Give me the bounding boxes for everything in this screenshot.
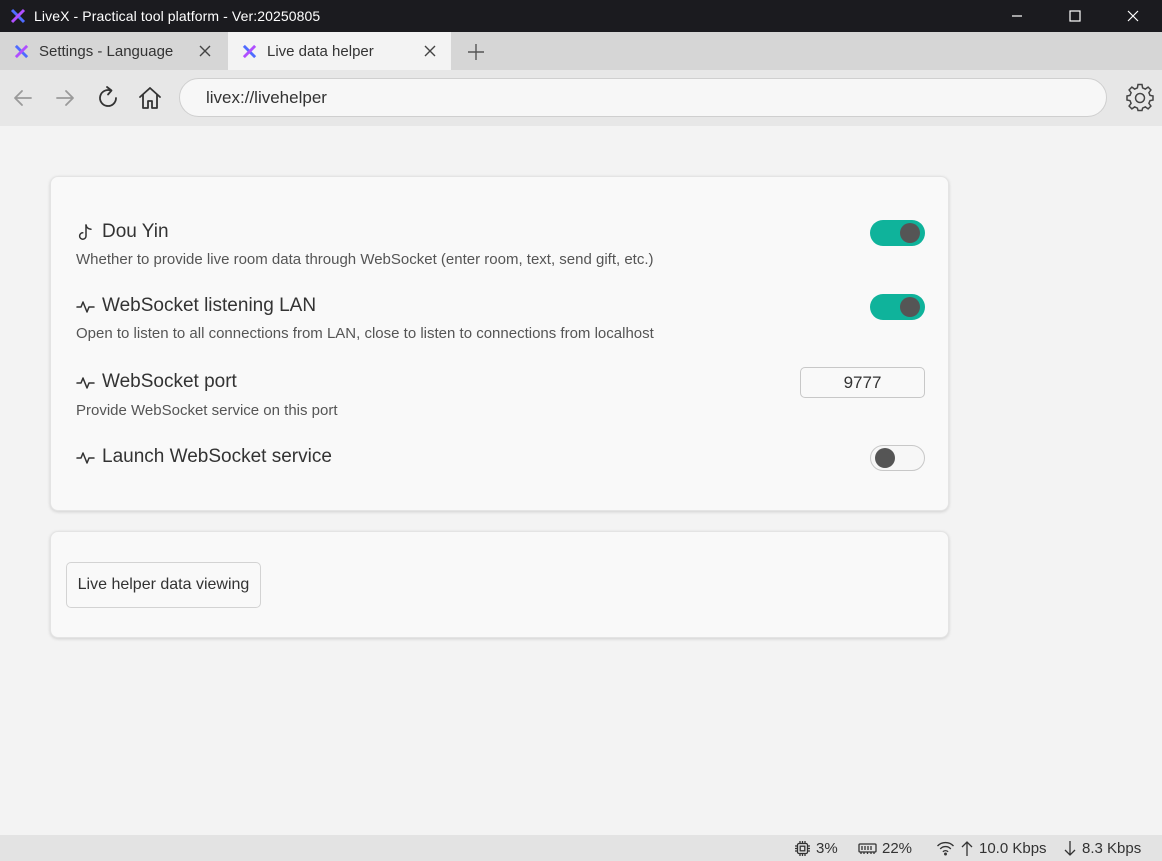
port-setting-title: WebSocket port	[76, 371, 237, 393]
livex-logo-icon	[14, 44, 29, 58]
tab-label: Settings - Language	[39, 42, 174, 60]
maximize-button[interactable]	[1046, 0, 1104, 32]
wifi-icon	[937, 841, 954, 856]
arrow-left-icon	[14, 90, 32, 106]
lan-setting-title: WebSocket listening LAN	[76, 295, 316, 317]
back-button[interactable]	[9, 84, 37, 112]
douyin-label: Dou Yin	[102, 221, 169, 242]
activity-icon	[76, 448, 95, 467]
arrow-up-icon	[961, 840, 973, 856]
cpu-usage: 3%	[794, 835, 838, 861]
window-title: LiveX - Practical tool platform - Ver:20…	[34, 8, 321, 24]
livex-logo-icon	[242, 44, 257, 58]
download-value: 8.3 Kbps	[1082, 839, 1142, 857]
port-input[interactable]: 9777	[800, 367, 925, 398]
memory-value: 22%	[882, 839, 913, 857]
close-window-button[interactable]	[1104, 0, 1162, 32]
tab-settings-language[interactable]: Settings - Language	[0, 32, 226, 70]
tab-close-button[interactable]	[198, 44, 212, 58]
arrow-down-icon	[1064, 840, 1076, 856]
memory-icon	[858, 842, 877, 854]
tab-live-data-helper[interactable]: Live data helper	[228, 32, 451, 70]
cpu-value: 3%	[816, 839, 838, 857]
status-bar: 3% 22% 10.0 Kbps 8.3 Kbps	[0, 835, 1162, 861]
home-button[interactable]	[136, 84, 164, 112]
home-icon	[139, 87, 161, 109]
launch-toggle[interactable]	[870, 445, 925, 471]
cpu-icon	[795, 840, 810, 856]
activity-icon	[76, 373, 95, 392]
lan-label: WebSocket listening LAN	[102, 295, 317, 316]
new-tab-button[interactable]	[466, 42, 486, 62]
close-icon	[199, 45, 211, 57]
activity-icon	[76, 297, 95, 316]
douyin-toggle[interactable]	[870, 220, 925, 246]
port-label: WebSocket port	[102, 371, 237, 392]
title-bar: LiveX - Practical tool platform - Ver:20…	[0, 0, 1162, 32]
forward-button[interactable]	[51, 84, 79, 112]
download-speed: 8.3 Kbps	[1063, 835, 1141, 861]
toggle-knob	[900, 297, 920, 317]
tab-label: Live data helper	[267, 42, 374, 60]
data-viewing-card: Live helper data viewing	[50, 531, 949, 638]
arrow-right-icon	[56, 90, 74, 106]
close-icon	[424, 45, 436, 57]
tab-strip: Settings - Language Live data helper	[0, 32, 1162, 70]
data-viewing-button[interactable]: Live helper data viewing	[66, 562, 261, 608]
minimize-button[interactable]	[988, 0, 1046, 32]
upload-speed: 10.0 Kbps	[936, 835, 1047, 861]
reload-icon	[99, 86, 117, 107]
close-icon	[1127, 10, 1139, 22]
toggle-knob	[875, 448, 895, 468]
upload-value: 10.0 Kbps	[979, 839, 1047, 857]
douyin-description: Whether to provide live room data throug…	[76, 251, 654, 268]
address-bar[interactable]: livex://livehelper	[179, 78, 1107, 117]
tab-close-button[interactable]	[423, 44, 437, 58]
minimize-icon	[1012, 15, 1022, 17]
livex-logo-icon	[10, 8, 26, 24]
lan-toggle[interactable]	[870, 294, 925, 320]
tiktok-icon	[76, 223, 95, 242]
plus-icon	[468, 44, 484, 60]
launch-label: Launch WebSocket service	[102, 446, 332, 467]
websocket-settings-card: Dou Yin Whether to provide live room dat…	[50, 176, 949, 511]
gear-icon	[1126, 83, 1154, 112]
toggle-knob	[900, 223, 920, 243]
navigation-bar: livex://livehelper	[0, 70, 1162, 126]
memory-usage: 22%	[858, 835, 912, 861]
maximize-icon	[1069, 10, 1081, 22]
window-controls	[988, 0, 1162, 32]
settings-button[interactable]	[1125, 83, 1155, 113]
douyin-setting-title: Dou Yin	[76, 221, 169, 243]
lan-description: Open to listen to all connections from L…	[76, 325, 654, 342]
port-description: Provide WebSocket service on this port	[76, 402, 338, 419]
launch-setting-title: Launch WebSocket service	[76, 446, 332, 468]
reload-button[interactable]	[94, 84, 122, 112]
